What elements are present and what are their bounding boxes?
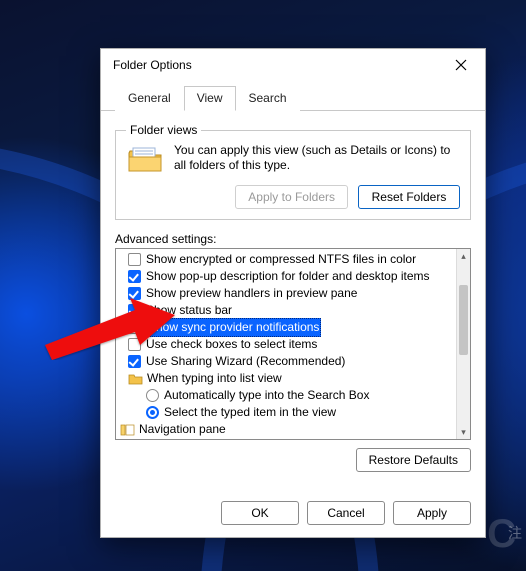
folder-views-group: Folder views You can apply this view (su… (115, 123, 471, 220)
folder-options-dialog: Folder Options General View Search Folde… (100, 48, 486, 538)
opt-auto-type-search[interactable]: Automatically type into the Search Box (118, 387, 454, 404)
advanced-settings-label: Advanced settings: (115, 232, 471, 246)
tab-search[interactable]: Search (236, 86, 300, 111)
folder-icon (128, 372, 143, 385)
checkbox-icon (128, 253, 141, 266)
opt-show-sync-provider-notifications[interactable]: Show sync provider notifications (118, 319, 454, 336)
folder-views-icon (126, 143, 166, 177)
scroll-down-icon: ▾ (457, 425, 470, 439)
checkbox-icon (128, 338, 141, 351)
tree-scrollbar[interactable]: ▴ ▾ (456, 249, 470, 439)
opt-use-check-boxes[interactable]: Use check boxes to select items (118, 336, 454, 353)
opt-show-popup-description[interactable]: Show pop-up description for folder and d… (118, 268, 454, 285)
tab-panel-view: Folder views You can apply this view (su… (101, 111, 485, 482)
tab-view[interactable]: View (184, 86, 236, 111)
radio-icon (146, 389, 159, 402)
dialog-title: Folder Options (113, 58, 443, 72)
tab-general[interactable]: General (115, 86, 184, 111)
checkbox-icon (128, 304, 141, 317)
desktop-background: Folder Options General View Search Folde… (0, 0, 526, 571)
scroll-thumb[interactable] (459, 285, 468, 355)
advanced-settings-tree: Show encrypted or compressed NTFS files … (115, 248, 471, 440)
watermark-cn: 注 (508, 523, 522, 543)
scroll-up-icon: ▴ (457, 249, 470, 263)
restore-defaults-button[interactable]: Restore Defaults (356, 448, 471, 472)
checkbox-icon (128, 270, 141, 283)
checkbox-icon (128, 321, 141, 334)
opt-select-typed-item[interactable]: Select the typed item in the view (118, 404, 454, 421)
ok-button[interactable]: OK (221, 501, 299, 525)
close-button[interactable] (443, 51, 479, 79)
checkbox-icon (128, 287, 141, 300)
opt-show-encrypted[interactable]: Show encrypted or compressed NTFS files … (118, 251, 454, 268)
folder-views-text: You can apply this view (such as Details… (174, 143, 460, 173)
opt-use-sharing-wizard[interactable]: Use Sharing Wizard (Recommended) (118, 353, 454, 370)
cancel-button[interactable]: Cancel (307, 501, 385, 525)
tabstrip: General View Search (101, 85, 485, 111)
checkbox-icon (128, 355, 141, 368)
apply-button[interactable]: Apply (393, 501, 471, 525)
folder-views-legend: Folder views (126, 123, 201, 137)
group-when-typing: When typing into list view (118, 370, 454, 387)
dialog-footer: OK Cancel Apply (101, 491, 485, 537)
apply-to-folders-button: Apply to Folders (235, 185, 348, 209)
close-icon (455, 59, 467, 71)
opt-show-status-bar[interactable]: Show status bar (118, 302, 454, 319)
group-navigation-pane: Navigation pane (118, 421, 454, 438)
radio-icon (146, 406, 159, 419)
opt-always-show-availability[interactable]: Always show availability status (118, 438, 454, 439)
opt-show-preview-handlers[interactable]: Show preview handlers in preview pane (118, 285, 454, 302)
reset-folders-button[interactable]: Reset Folders (358, 185, 460, 209)
nav-pane-icon (120, 423, 135, 436)
titlebar: Folder Options (101, 49, 485, 81)
